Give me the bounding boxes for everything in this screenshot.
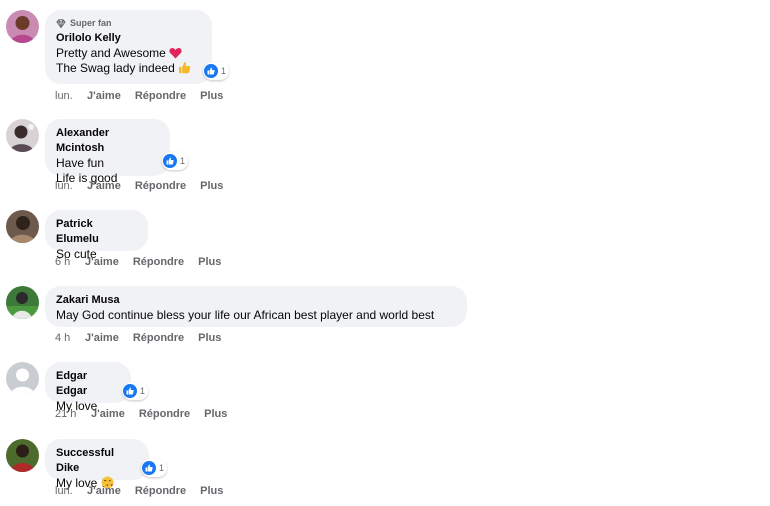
reaction-summary[interactable]: 1	[122, 382, 149, 400]
more-button[interactable]: Plus	[200, 485, 223, 497]
like-icon	[163, 154, 177, 168]
like-icon	[123, 384, 137, 398]
comment-timestamp[interactable]: 6 h	[55, 256, 85, 268]
comment-bubble: Super fan Orilolo Kelly Pretty and Aweso…	[45, 10, 212, 84]
comment-author[interactable]: Alexander Mcintosh	[56, 126, 159, 156]
reaction-summary[interactable]: 1	[162, 152, 189, 170]
reaction-summary[interactable]: 1	[141, 459, 168, 477]
badge-label: Super fan	[70, 18, 112, 28]
comment-text: May God continue bless your life our Afr…	[56, 308, 435, 322]
comment-actions: lun. J'aime Répondre Plus	[55, 485, 223, 497]
reaction-count: 1	[221, 66, 227, 76]
comment-text: Have fun	[56, 156, 105, 170]
more-button[interactable]: Plus	[204, 408, 227, 420]
reply-button[interactable]: Répondre	[135, 90, 186, 102]
comment-author[interactable]: Orilolo Kelly	[56, 31, 201, 46]
like-button[interactable]: J'aime	[87, 90, 121, 102]
like-button[interactable]: J'aime	[87, 485, 121, 497]
comment-timestamp[interactable]: lun.	[55, 180, 87, 192]
comment-text: Pretty and Awesome	[56, 46, 201, 61]
comment-bubble: Zakari Musa May God continue bless your …	[45, 286, 467, 327]
comment-text-line-2: The Swag lady indeed	[56, 61, 201, 76]
reply-button[interactable]: Répondre	[133, 256, 184, 268]
like-icon	[142, 461, 156, 475]
red-heart-emoji	[169, 48, 182, 59]
more-button[interactable]: Plus	[198, 332, 221, 344]
like-button[interactable]: J'aime	[85, 332, 119, 344]
avatar[interactable]	[6, 439, 39, 472]
comment-author[interactable]: Successful Dike	[56, 446, 138, 476]
like-button[interactable]: J'aime	[85, 256, 119, 268]
comment-actions: 4 h J'aime Répondre Plus	[55, 332, 221, 344]
comment-author[interactable]: Zakari Musa	[56, 293, 456, 308]
reaction-count: 1	[140, 386, 146, 396]
thumbs-up-emoji	[179, 62, 191, 74]
reaction-count: 1	[159, 463, 165, 473]
reply-button[interactable]: Répondre	[139, 408, 190, 420]
super-fan-badge: Super fan	[56, 17, 201, 29]
comment-actions: 21 h J'aime Répondre Plus	[55, 408, 227, 420]
comment-bubble: Alexander Mcintosh Have fun Life is good	[45, 119, 170, 185]
comment-timestamp[interactable]: 4 h	[55, 332, 85, 344]
avatar[interactable]	[6, 10, 39, 43]
like-button[interactable]: J'aime	[87, 180, 121, 192]
like-icon	[204, 64, 218, 78]
avatar[interactable]	[6, 119, 39, 152]
more-button[interactable]: Plus	[198, 256, 221, 268]
comment-bubble: Patrick Elumelu So cute	[45, 210, 148, 261]
comment-timestamp[interactable]: lun.	[55, 90, 87, 102]
avatar[interactable]	[6, 286, 39, 319]
avatar[interactable]	[6, 362, 39, 395]
comment-actions: lun. J'aime Répondre Plus	[55, 90, 223, 102]
like-button[interactable]: J'aime	[91, 408, 125, 420]
comment-bubble: Edgar Edgar My love	[45, 362, 131, 413]
diamond-icon	[56, 18, 66, 28]
reply-button[interactable]: Répondre	[133, 332, 184, 344]
reaction-count: 1	[180, 156, 186, 166]
reply-button[interactable]: Répondre	[135, 485, 186, 497]
more-button[interactable]: Plus	[200, 90, 223, 102]
comment-timestamp[interactable]: lun.	[55, 485, 87, 497]
avatar[interactable]	[6, 210, 39, 243]
more-button[interactable]: Plus	[200, 180, 223, 192]
comment-actions: 6 h J'aime Répondre Plus	[55, 256, 221, 268]
reaction-summary[interactable]: 1	[203, 62, 230, 80]
comment-bubble: Successful Dike My love	[45, 439, 149, 490]
comment-timestamp[interactable]: 21 h	[55, 408, 91, 420]
reply-button[interactable]: Répondre	[135, 180, 186, 192]
comment-author[interactable]: Patrick Elumelu	[56, 217, 137, 247]
comment-author[interactable]: Edgar Edgar	[56, 369, 120, 399]
comment-actions: lun. J'aime Répondre Plus	[55, 180, 223, 192]
